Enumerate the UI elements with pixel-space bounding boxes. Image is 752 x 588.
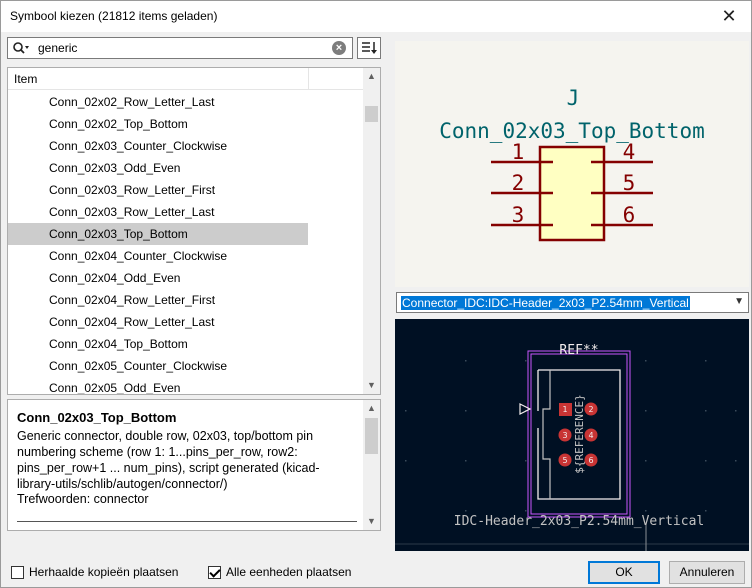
tree-row[interactable]: Conn_02x04_Row_Letter_First	[8, 289, 364, 311]
pad-number: 1	[562, 405, 567, 414]
all-units-checkbox[interactable]: Alle eenheden plaatsen	[208, 565, 351, 579]
tree-row[interactable]: Conn_02x04_Top_Bottom	[8, 333, 364, 355]
scroll-up-icon[interactable]: ▲	[363, 68, 380, 85]
pad-number: 6	[588, 456, 593, 465]
column-separator[interactable]	[308, 68, 309, 90]
pin-number: 3	[512, 203, 525, 227]
tree-row[interactable]: Conn_02x05_Counter_Clockwise	[8, 355, 364, 377]
pin-number: 5	[623, 171, 636, 195]
repeat-copies-label[interactable]: Herhaalde kopieën plaatsen	[29, 565, 178, 579]
scroll-up-icon[interactable]: ▲	[363, 400, 380, 417]
fab-outline	[542, 370, 551, 499]
footprint-preview-canvas: 1 2 3 4 5 6 REF** ${REFERENCE} IDC-Heade…	[395, 343, 749, 551]
search-icon[interactable]	[12, 41, 30, 55]
sort-toggle-button[interactable]	[357, 37, 381, 59]
tree-row[interactable]: Conn_02x04_Row_Letter_Last	[8, 311, 364, 333]
chevron-down-icon[interactable]: ▼	[734, 296, 744, 307]
pad-number: 5	[562, 456, 567, 465]
tree-row-selected[interactable]: Conn_02x03_Top_Bottom	[8, 223, 308, 245]
tree-row[interactable]: Conn_02x03_Counter_Clockwise	[8, 135, 364, 157]
symbol-tree[interactable]: Item Conn_02x02_Row_Letter_Last Conn_02x0…	[7, 67, 381, 395]
scroll-down-icon[interactable]: ▼	[363, 377, 380, 394]
title-bar: Symbool kiezen (21812 items geladen) ✕	[1, 1, 751, 32]
scroll-down-icon[interactable]: ▼	[363, 513, 380, 530]
symbol-preview[interactable]: J Conn_02x03_Top_Bottom 1 2 3 4 5 6	[395, 41, 749, 287]
tree-scrollbar[interactable]: ▲ ▼	[363, 68, 380, 394]
checkbox-box[interactable]	[208, 565, 221, 579]
details-description: Generic connector, double row, 02x03, to…	[17, 429, 320, 491]
window-title: Symbool kiezen (21812 items geladen)	[10, 9, 218, 23]
checkbox-box[interactable]	[11, 565, 24, 579]
scroll-thumb[interactable]	[365, 106, 378, 122]
tree-header[interactable]: Item	[8, 68, 364, 90]
details-panel: Conn_02x03_Top_Bottom Generic connector,…	[7, 399, 381, 531]
scroll-thumb[interactable]	[365, 418, 378, 454]
footprint-select[interactable]: Connector_IDC:IDC-Header_2x03_P2.54mm_Ve…	[396, 292, 749, 313]
symbol-chooser-dialog: Symbool kiezen (21812 items geladen) ✕ g…	[0, 0, 752, 588]
footprint-preview[interactable]: 1 2 3 4 5 6 REF** ${REFERENCE} IDC-Heade…	[395, 319, 749, 551]
footprint-ref-label: REF**	[559, 343, 598, 358]
symbol-preview-canvas: J Conn_02x03_Top_Bottom 1 2 3 4 5 6	[439, 86, 705, 242]
footprint-select-value[interactable]: Connector_IDC:IDC-Header_2x03_P2.54mm_Ve…	[401, 296, 690, 310]
tree-rows: Conn_02x02_Row_Letter_Last Conn_02x02_Top…	[8, 91, 364, 394]
all-units-label[interactable]: Alle eenheden plaatsen	[226, 565, 351, 579]
tree-row[interactable]: Conn_02x03_Odd_Even	[8, 157, 364, 179]
details-divider	[17, 521, 357, 522]
clear-search-icon[interactable]: ×	[332, 41, 346, 55]
details-keywords: Trefwoorden: connector	[17, 492, 149, 506]
tree-row[interactable]: Conn_02x02_Row_Letter_Last	[8, 91, 364, 113]
pin-number: 2	[512, 171, 525, 195]
search-input[interactable]: generic	[38, 41, 77, 55]
footprint-ref-field: ${REFERENCE}	[573, 394, 586, 473]
close-icon[interactable]: ✕	[707, 1, 751, 32]
tree-row[interactable]: Conn_02x05_Odd_Even	[8, 377, 364, 394]
pad-number: 4	[588, 431, 593, 440]
ok-button[interactable]: OK	[588, 561, 660, 584]
tree-row[interactable]: Conn_02x03_Row_Letter_Last	[8, 201, 364, 223]
tree-row[interactable]: Conn_02x02_Top_Bottom	[8, 113, 364, 135]
cancel-button[interactable]: Annuleren	[669, 561, 745, 584]
symbol-value: Conn_02x03_Top_Bottom	[439, 119, 705, 143]
pin-number: 6	[623, 203, 636, 227]
pad-number: 3	[562, 431, 567, 440]
tree-row[interactable]: Conn_02x03_Row_Letter_First	[8, 179, 364, 201]
tree-row[interactable]: Conn_02x04_Odd_Even	[8, 267, 364, 289]
pad-number: 2	[588, 405, 593, 414]
sort-icon	[362, 42, 377, 54]
column-header-item[interactable]: Item	[14, 72, 37, 86]
tree-row[interactable]: Conn_02x04_Counter_Clockwise	[8, 245, 364, 267]
pin-number: 1	[512, 140, 525, 164]
search-field[interactable]: generic ×	[7, 37, 353, 59]
symbol-reference: J	[567, 86, 580, 110]
details-symbol-name: Conn_02x03_Top_Bottom	[17, 410, 177, 425]
pin-number: 4	[623, 140, 636, 164]
footprint-name-label: IDC-Header_2x03_P2.54mm_Vertical	[454, 514, 704, 529]
details-scrollbar[interactable]: ▲ ▼	[363, 400, 380, 530]
repeat-copies-checkbox[interactable]: Herhaalde kopieën plaatsen	[11, 565, 178, 579]
